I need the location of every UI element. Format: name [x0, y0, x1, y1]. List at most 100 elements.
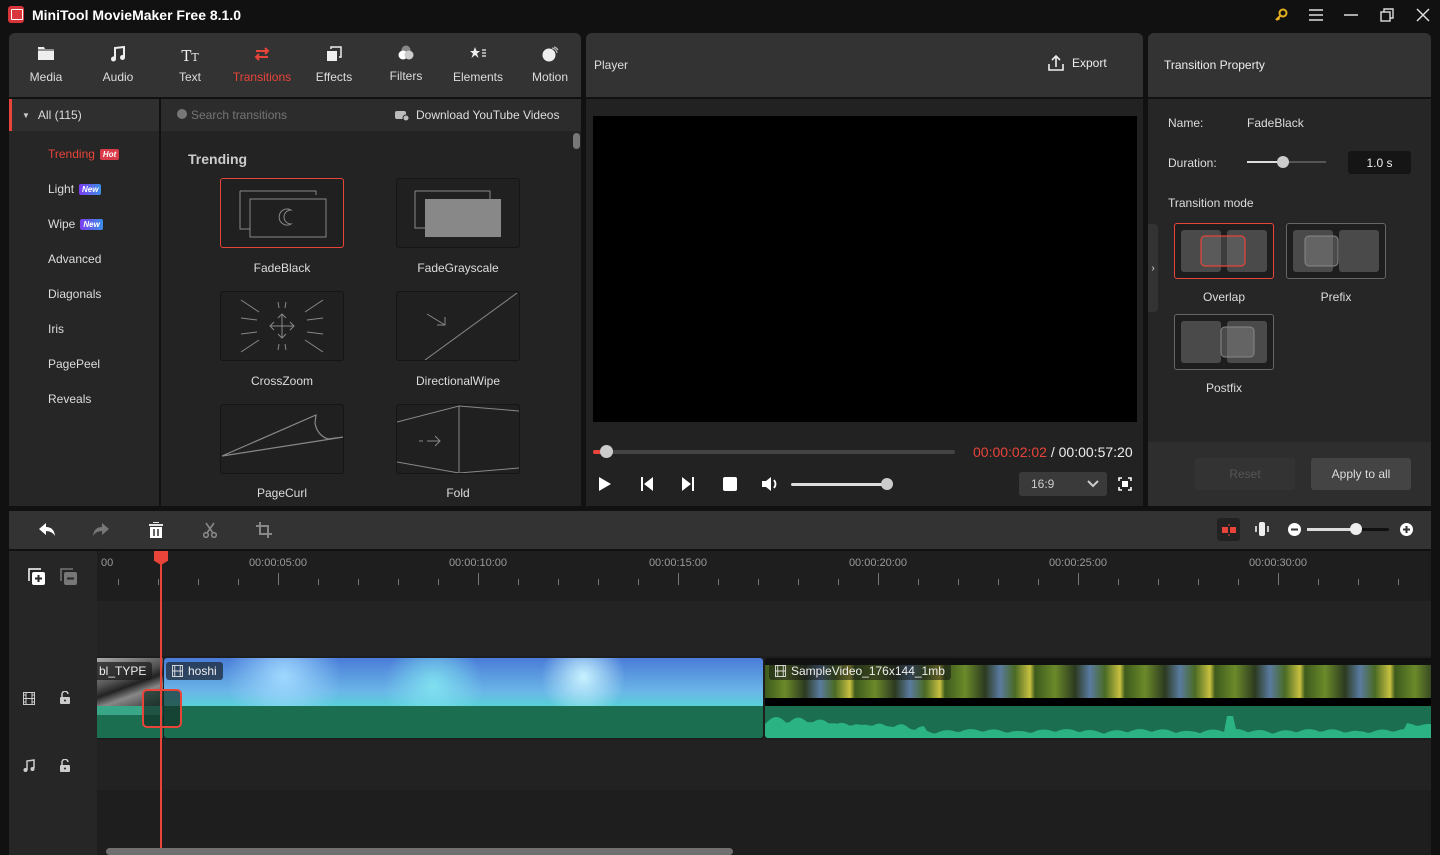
reset-button[interactable]: Reset — [1195, 458, 1295, 490]
ruler-tick — [998, 579, 999, 585]
delete-button[interactable] — [149, 522, 163, 538]
close-icon[interactable] — [1410, 4, 1436, 26]
play-button[interactable] — [598, 476, 612, 492]
clip-hoshi[interactable]: hoshi — [164, 658, 763, 738]
aspect-ratio-select[interactable]: 16:9 — [1019, 472, 1107, 496]
transition-marker[interactable] — [142, 689, 182, 728]
tab-effects[interactable]: Effects — [299, 33, 369, 97]
playback-progress[interactable] — [593, 445, 955, 458]
previous-frame-button[interactable] — [640, 476, 654, 492]
category-wipe[interactable]: Wipe New — [48, 217, 103, 231]
time-display: 00:00:02:02 / 00:00:57:20 — [973, 444, 1133, 460]
tab-elements[interactable]: Elements — [443, 33, 513, 97]
progress-handle[interactable] — [599, 445, 613, 458]
magnet-snap-button[interactable] — [1217, 518, 1240, 541]
split-button[interactable] — [203, 522, 217, 538]
ruler-label: 00:00:25:00 — [1048, 557, 1108, 569]
transition-crosszoom[interactable] — [220, 291, 344, 361]
video-preview[interactable] — [593, 116, 1137, 422]
fold-thumb-icon — [396, 405, 520, 474]
transition-pagecurl[interactable] — [220, 404, 345, 474]
property-footer: Reset Apply to all — [1148, 442, 1431, 506]
zoom-out-button[interactable] — [1288, 523, 1301, 536]
tab-text[interactable]: TT Text — [155, 33, 225, 97]
ruler-tick — [198, 579, 199, 585]
transition-fadegrayscale[interactable] — [396, 178, 520, 248]
category-reveals[interactable]: Reveals — [48, 392, 91, 406]
next-frame-button[interactable] — [681, 476, 695, 492]
video-track-icon — [23, 692, 35, 705]
menu-icon[interactable] — [1303, 4, 1329, 26]
app-title: MiniTool MovieMaker Free 8.1.0 — [32, 7, 242, 23]
clip-label: hoshi — [166, 662, 223, 680]
redo-button[interactable] — [92, 522, 110, 537]
name-label: Name: — [1168, 116, 1204, 130]
category-pagepeel[interactable]: PagePeel — [48, 357, 100, 371]
undo-icon — [39, 523, 55, 536]
pagecurl-thumb-icon — [221, 414, 345, 457]
download-youtube-button[interactable]: Download YouTube Videos — [395, 108, 559, 122]
export-button[interactable]: Export — [1048, 55, 1107, 71]
search-bar: Download YouTube Videos — [161, 99, 581, 131]
mode-postfix[interactable] — [1174, 314, 1274, 370]
tab-audio[interactable]: Audio — [83, 33, 153, 97]
timeline-area[interactable]: 00 00:00:05:00 00:00:10:00 00:00:15:00 0… — [97, 551, 1431, 855]
redo-icon — [93, 523, 109, 536]
title-bar: MiniTool MovieMaker Free 8.1.0 — [0, 0, 1440, 30]
audio-track-header — [9, 742, 97, 792]
remove-track-button[interactable] — [60, 568, 78, 586]
mode-prefix[interactable] — [1286, 223, 1386, 279]
tab-transitions[interactable]: Transitions — [227, 33, 297, 97]
stop-button[interactable] — [723, 477, 737, 491]
key-icon[interactable] — [1268, 4, 1294, 26]
fit-timeline-button[interactable] — [1255, 522, 1269, 536]
category-trending[interactable]: Trending Hot — [48, 147, 120, 161]
player-title: Player — [594, 58, 629, 72]
duration-handle[interactable] — [1276, 156, 1289, 168]
collapse-panel-handle[interactable]: › — [1148, 224, 1158, 312]
transition-directionalwipe[interactable] — [396, 291, 520, 361]
zoom-in-button[interactable] — [1400, 523, 1413, 536]
ruler-tick — [158, 579, 159, 585]
motion-icon — [541, 46, 559, 66]
volume-button[interactable] — [761, 476, 779, 492]
transition-fadeblack[interactable] — [220, 178, 344, 248]
directionalwipe-thumb-icon — [424, 292, 518, 361]
category-all[interactable]: ▼ All (115) — [9, 99, 159, 131]
category-advanced[interactable]: Advanced — [48, 252, 101, 266]
timeline-zoom-slider[interactable] — [1307, 523, 1389, 535]
add-track-button[interactable] — [28, 568, 46, 586]
clip-samplevideo[interactable]: SampleVideo_176x144_1mb — [765, 658, 1431, 738]
minimize-icon[interactable] — [1338, 4, 1364, 26]
unlock-icon[interactable] — [60, 759, 70, 772]
duration-input[interactable]: 1.0 s — [1348, 151, 1411, 174]
fullscreen-button[interactable] — [1118, 477, 1132, 491]
playhead[interactable] — [160, 551, 162, 855]
time-ruler[interactable]: 00 00:00:05:00 00:00:10:00 00:00:15:00 0… — [97, 551, 1431, 601]
timeline-scrollbar[interactable] — [106, 848, 733, 855]
restore-icon[interactable] — [1374, 4, 1400, 26]
category-iris[interactable]: Iris — [48, 322, 64, 336]
tab-motion[interactable]: Motion — [515, 33, 585, 97]
search-input[interactable] — [191, 105, 371, 125]
transition-fold[interactable] — [396, 404, 520, 474]
category-sidebar: ▼ All (115) Trending Hot Light New Wipe … — [9, 99, 159, 506]
mode-overlap[interactable] — [1174, 223, 1274, 279]
video-track-header — [9, 656, 97, 740]
apply-to-all-button[interactable]: Apply to all — [1311, 458, 1411, 490]
ruler-tick — [1278, 573, 1279, 585]
category-diagonals[interactable]: Diagonals — [48, 287, 101, 301]
volume-handle[interactable] — [881, 478, 893, 490]
volume-slider[interactable] — [791, 478, 893, 490]
mode-label: Overlap — [1202, 290, 1246, 304]
zoom-handle[interactable] — [1350, 523, 1363, 535]
category-light[interactable]: Light New — [48, 182, 102, 196]
crop-button[interactable] — [256, 522, 272, 538]
library-scrollbar[interactable] — [573, 133, 580, 149]
undo-button[interactable] — [38, 522, 56, 537]
skip-back-icon — [641, 477, 653, 491]
unlock-icon[interactable] — [60, 691, 70, 704]
tab-filters[interactable]: Filters — [371, 33, 441, 97]
duration-slider[interactable] — [1247, 156, 1326, 168]
tab-media[interactable]: Media — [11, 33, 81, 97]
